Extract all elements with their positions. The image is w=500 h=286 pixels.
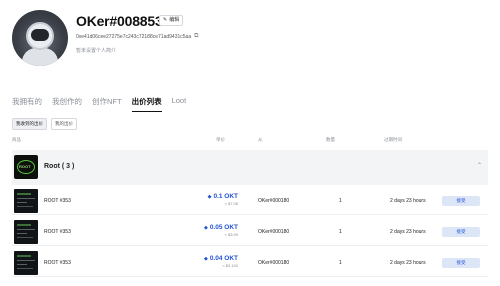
thumb-line [17,237,33,238]
subtab-received-offers[interactable]: 我收到的出价 [12,118,47,130]
tab-owned[interactable]: 我拥有的 [12,96,42,112]
offer-price: ◆ 0.1 OKT ≈ $7.08 [194,193,238,206]
username: OKer#008853 [76,13,163,29]
tab-create-nft[interactable]: 创作NFT [92,96,122,112]
thumb-line [17,193,31,195]
accept-offer-button[interactable]: 接受 [442,227,480,237]
subtab-my-offers[interactable]: 我的出价 [51,118,77,130]
offer-expiration: 2 days 23 hours [390,229,426,235]
thumb-line [17,260,35,261]
table-header: 商品 单价 从 数量 过期时间 [12,137,488,145]
offer-from[interactable]: OKer#000180 [258,229,289,235]
collection-group-header[interactable]: ROOT Root ( 3 ) ⌃ [12,150,488,185]
offer-quantity: 1 [339,229,342,235]
main-tabs: 我拥有的 我创作的 创作NFT 出价列表 Loot [12,96,186,112]
header-expires: 过期时间 [384,137,402,142]
edit-icon: ✎ [163,17,168,23]
okt-diamond-icon: ◆ [207,194,212,200]
offer-from[interactable]: OKer#000180 [258,260,289,266]
okt-diamond-icon: ◆ [203,225,208,231]
offer-price-okt: ◆ 0.04 OKT [194,255,238,262]
avatar-visor [31,29,49,41]
header-price: 单价 [216,137,225,142]
table-row: ROOT #353 ◆ 0.04 OKT ≈ $3.192 OKer#000180… [12,249,488,277]
header-item: 商品 [12,137,21,142]
nft-name[interactable]: ROOT #353 [44,260,71,266]
offer-price-usd: ≈ $7.08 [224,201,238,206]
collection-thumbnail-text: ROOT [19,164,31,169]
offer-from[interactable]: OKer#000180 [258,198,289,204]
table-row: ROOT #353 ◆ 0.05 OKT ≈ $3.99 OKer#000180 … [12,218,488,246]
accept-offer-button[interactable]: 接受 [442,258,480,268]
thumb-line [17,202,27,203]
offer-price-value: 0.04 OKT [209,255,238,262]
offer-price-usd: ≈ $3.192 [222,263,238,268]
okt-diamond-icon: ◆ [203,256,208,262]
nft-name[interactable]: ROOT #353 [44,229,71,235]
offer-price-value: 0.05 OKT [209,224,238,231]
collection-thumbnail: ROOT [14,155,38,179]
nft-thumbnail[interactable] [14,251,38,275]
offer-price: ◆ 0.05 OKT ≈ $3.99 [194,224,238,237]
wallet-address-text: 0xe41d06cee27275e7c243c72188ce71ad9431c5… [76,33,192,40]
offer-expiration: 2 days 23 hours [390,260,426,266]
avatar-suit [22,48,58,66]
offer-subtabs: 我收到的出价 我的出价 [12,118,77,130]
nft-thumbnail[interactable] [14,220,38,244]
offer-expiration: 2 days 23 hours [390,198,426,204]
profile-bio: 暂未设置个人简介 [76,48,117,54]
table-row: ROOT #353 ◆ 0.1 OKT ≈ $7.08 OKer#000180 1… [12,187,488,215]
accept-offer-button[interactable]: 接受 [442,196,480,206]
thumb-line [17,268,33,269]
profile-header: OKer#008853 ✎ 编辑 0xe41d06cee27275e7c243c… [0,0,500,90]
offer-price: ◆ 0.04 OKT ≈ $3.192 [194,255,238,268]
offer-price-value: 0.1 OKT [213,193,238,200]
tab-created[interactable]: 我创作的 [52,96,82,112]
thumb-line [17,198,35,199]
offer-price-okt: ◆ 0.05 OKT [194,224,238,231]
header-quantity: 数量 [326,137,335,142]
thumb-line [17,224,31,226]
thumb-line [17,255,31,257]
edit-label: 编辑 [169,17,180,23]
offer-price-usd: ≈ $3.99 [224,232,238,237]
wallet-address: 0xe41d06cee27275e7c243c72188ce71ad9431c5… [76,33,198,40]
collection-name: Root ( 3 ) [44,163,75,170]
header-from: 从 [258,137,263,142]
thumb-line [17,206,33,207]
thumb-line [17,229,35,230]
nft-name[interactable]: ROOT #353 [44,198,71,204]
thumb-line [17,264,27,265]
edit-profile-button[interactable]: ✎ 编辑 [159,15,184,26]
chevron-up-icon[interactable]: ⌃ [477,162,482,169]
copy-icon[interactable]: ⧉ [194,33,198,40]
offer-price-okt: ◆ 0.1 OKT [194,193,238,200]
offer-quantity: 1 [339,198,342,204]
nft-thumbnail[interactable] [14,189,38,213]
thumb-line [17,233,27,234]
offer-quantity: 1 [339,260,342,266]
avatar[interactable] [12,10,68,66]
tab-offers[interactable]: 出价列表 [131,96,162,112]
tab-loot[interactable]: Loot [172,96,187,112]
